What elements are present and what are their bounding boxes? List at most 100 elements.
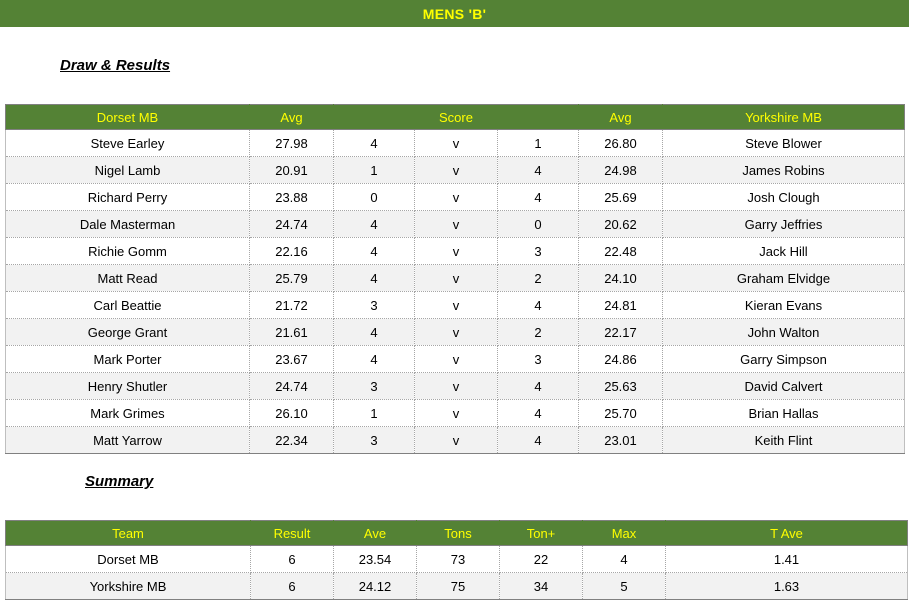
away-avg-cell: 24.86 xyxy=(578,345,663,373)
summary-ave-cell: 24.12 xyxy=(333,572,417,600)
summary-row: Yorkshire MB 6 24.12 75 34 5 1.63 xyxy=(5,572,908,600)
home-avg-cell: 26.10 xyxy=(249,399,334,427)
draw-results-row: George Grant 21.61 4 v 2 22.17 John Walton xyxy=(5,318,905,346)
away-player-cell: Jack Hill xyxy=(662,237,905,265)
draw-results-header-row: Dorset MB Avg Score Avg Yorkshire MB xyxy=(5,104,905,130)
draw-results-row: Matt Read 25.79 4 v 2 24.10 Graham Elvidge xyxy=(5,264,905,292)
header-ton-plus: Ton+ xyxy=(499,520,583,546)
summary-ave-cell: 23.54 xyxy=(333,545,417,573)
header-ave: Ave xyxy=(333,520,417,546)
summary-result-cell: 6 xyxy=(250,572,334,600)
away-player-cell: Garry Simpson xyxy=(662,345,905,373)
draw-results-row: Richie Gomm 22.16 4 v 3 22.48 Jack Hill xyxy=(5,237,905,265)
home-score-cell: 1 xyxy=(333,156,415,184)
home-player-cell: Matt Read xyxy=(5,264,250,292)
home-score-cell: 0 xyxy=(333,183,415,211)
home-avg-cell: 23.67 xyxy=(249,345,334,373)
draw-results-row: Richard Perry 23.88 0 v 4 25.69 Josh Clough xyxy=(5,183,905,211)
versus-cell: v xyxy=(414,426,498,454)
summary-team-cell: Yorkshire MB xyxy=(5,572,251,600)
home-score-cell: 3 xyxy=(333,372,415,400)
home-player-cell: Matt Yarrow xyxy=(5,426,250,454)
home-player-cell: Richard Perry xyxy=(5,183,250,211)
summary-tons-cell: 73 xyxy=(416,545,500,573)
home-score-cell: 4 xyxy=(333,237,415,265)
home-player-cell: Henry Shutler xyxy=(5,372,250,400)
away-avg-cell: 24.81 xyxy=(578,291,663,319)
away-player-cell: Steve Blower xyxy=(662,129,905,157)
away-player-cell: Garry Jeffries xyxy=(662,210,905,238)
header-home-team: Dorset MB xyxy=(5,104,250,130)
home-player-cell: Mark Grimes xyxy=(5,399,250,427)
versus-cell: v xyxy=(414,156,498,184)
summary-table: Team Result Ave Tons Ton+ Max T Ave Dors… xyxy=(5,520,908,600)
home-score-cell: 4 xyxy=(333,210,415,238)
home-score-cell: 3 xyxy=(333,291,415,319)
home-score-cell: 4 xyxy=(333,264,415,292)
draw-results-row: Mark Porter 23.67 4 v 3 24.86 Garry Simpson xyxy=(5,345,905,373)
summary-max-cell: 4 xyxy=(582,545,666,573)
summary-ton-plus-cell: 34 xyxy=(499,572,583,600)
away-player-cell: Josh Clough xyxy=(662,183,905,211)
away-score-cell: 4 xyxy=(497,156,579,184)
versus-cell: v xyxy=(414,372,498,400)
draw-results-row: Carl Beattie 21.72 3 v 4 24.81 Kieran Evans xyxy=(5,291,905,319)
home-player-cell: Mark Porter xyxy=(5,345,250,373)
away-player-cell: David Calvert xyxy=(662,372,905,400)
away-score-cell: 4 xyxy=(497,372,579,400)
home-score-cell: 4 xyxy=(333,345,415,373)
home-avg-cell: 20.91 xyxy=(249,156,334,184)
home-score-cell: 3 xyxy=(333,426,415,454)
home-avg-cell: 24.74 xyxy=(249,210,334,238)
away-avg-cell: 24.10 xyxy=(578,264,663,292)
home-player-cell: George Grant xyxy=(5,318,250,346)
away-player-cell: Graham Elvidge xyxy=(662,264,905,292)
summary-result-cell: 6 xyxy=(250,545,334,573)
home-player-cell: Steve Earley xyxy=(5,129,250,157)
away-avg-cell: 22.48 xyxy=(578,237,663,265)
summary-team-cell: Dorset MB xyxy=(5,545,251,573)
away-player-cell: John Walton xyxy=(662,318,905,346)
draw-results-row: Nigel Lamb 20.91 1 v 4 24.98 James Robins xyxy=(5,156,905,184)
home-avg-cell: 21.72 xyxy=(249,291,334,319)
summary-ton-plus-cell: 22 xyxy=(499,545,583,573)
header-result: Result xyxy=(250,520,334,546)
home-avg-cell: 24.74 xyxy=(249,372,334,400)
draw-results-row: Henry Shutler 24.74 3 v 4 25.63 David Calvert xyxy=(5,372,905,400)
summary-tons-cell: 75 xyxy=(416,572,500,600)
home-avg-cell: 27.98 xyxy=(249,129,334,157)
away-score-cell: 0 xyxy=(497,210,579,238)
draw-results-heading: Draw & Results xyxy=(60,57,171,74)
home-avg-cell: 22.34 xyxy=(249,426,334,454)
away-avg-cell: 20.62 xyxy=(578,210,663,238)
away-score-cell: 4 xyxy=(497,426,579,454)
versus-cell: v xyxy=(414,345,498,373)
versus-cell: v xyxy=(414,237,498,265)
header-t-ave: T Ave xyxy=(665,520,908,546)
away-avg-cell: 25.69 xyxy=(578,183,663,211)
away-score-cell: 3 xyxy=(497,345,579,373)
draw-results-row: Matt Yarrow 22.34 3 v 4 23.01 Keith Flint xyxy=(5,426,905,454)
away-player-cell: Keith Flint xyxy=(662,426,905,454)
versus-cell: v xyxy=(414,183,498,211)
away-player-cell: Kieran Evans xyxy=(662,291,905,319)
header-max: Max xyxy=(582,520,666,546)
home-player-cell: Nigel Lamb xyxy=(5,156,250,184)
header-away-team: Yorkshire MB xyxy=(662,104,905,130)
away-avg-cell: 24.98 xyxy=(578,156,663,184)
versus-cell: v xyxy=(414,399,498,427)
away-player-cell: Brian Hallas xyxy=(662,399,905,427)
home-avg-cell: 22.16 xyxy=(249,237,334,265)
header-tons: Tons xyxy=(416,520,500,546)
away-player-cell: James Robins xyxy=(662,156,905,184)
draw-results-table: Dorset MB Avg Score Avg Yorkshire MB Ste… xyxy=(5,104,905,454)
away-score-cell: 1 xyxy=(497,129,579,157)
summary-heading: Summary xyxy=(85,473,154,490)
versus-cell: v xyxy=(414,291,498,319)
away-score-cell: 4 xyxy=(497,291,579,319)
draw-results-row: Mark Grimes 26.10 1 v 4 25.70 Brian Hallas xyxy=(5,399,905,427)
home-score-cell: 4 xyxy=(333,129,415,157)
versus-cell: v xyxy=(414,129,498,157)
away-avg-cell: 22.17 xyxy=(578,318,663,346)
versus-cell: v xyxy=(414,318,498,346)
